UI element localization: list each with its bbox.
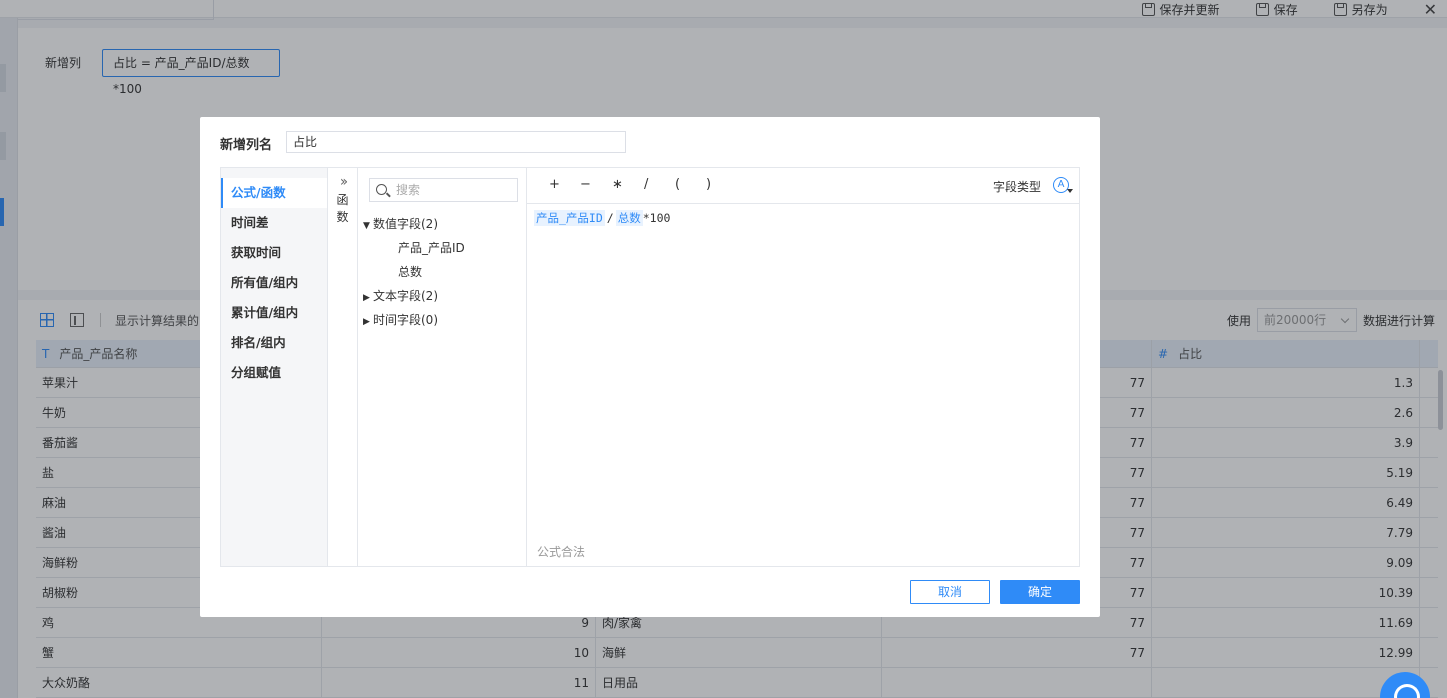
- caret-down-icon: ▼: [363, 221, 370, 231]
- confirm-button[interactable]: 确定: [1000, 580, 1080, 604]
- caret-right-icon: ▶: [363, 317, 370, 327]
- column-name-input[interactable]: 占比: [286, 131, 626, 153]
- tree-node-label: 时间字段(0): [373, 313, 438, 327]
- category-rank[interactable]: 排名/组内: [221, 328, 327, 358]
- column-name-label: 新增列名: [220, 138, 273, 153]
- tree-node-time[interactable]: ▶ 时间字段(0): [363, 308, 523, 332]
- category-get-time[interactable]: 获取时间: [221, 238, 327, 268]
- field-search-input[interactable]: 搜索: [369, 178, 518, 202]
- category-time-diff[interactable]: 时间差: [221, 208, 327, 238]
- formula-editor[interactable]: + − ∗ / ( ) 字段类型 A 产品_产品ID / 总数 *100 公式合法: [527, 168, 1079, 566]
- open-paren-button[interactable]: (: [675, 177, 680, 192]
- category-formula-function[interactable]: 公式/函数: [221, 178, 327, 208]
- function-category-list: 公式/函数 时间差 获取时间 所有值/组内 累计值/组内 排名/组内 分组赋值: [221, 168, 327, 566]
- divide-operator-button[interactable]: /: [644, 177, 648, 192]
- search-placeholder: 搜索: [396, 183, 421, 197]
- add-column-dialog: 新增列名 占比 公式/函数 时间差 获取时间 所有值/组内 累计值/组内 排名/…: [200, 117, 1100, 617]
- search-icon: [376, 184, 387, 195]
- function-toggle-label: 函数: [336, 193, 349, 224]
- double-chevron-right-icon: ››: [339, 174, 348, 190]
- caret-right-icon: ▶: [363, 293, 370, 303]
- formula-field-token[interactable]: 产品_产品ID: [534, 210, 605, 226]
- plus-operator-button[interactable]: +: [549, 177, 560, 192]
- category-group-assign[interactable]: 分组赋值: [221, 358, 327, 388]
- tree-node-text[interactable]: ▶ 文本字段(2): [363, 284, 523, 308]
- cancel-button[interactable]: 取消: [910, 580, 990, 604]
- field-type-label: 字段类型: [992, 180, 1041, 194]
- tree-node-label: 数值字段(2): [373, 217, 438, 231]
- category-all-values[interactable]: 所有值/组内: [221, 268, 327, 298]
- category-cumulative[interactable]: 累计值/组内: [221, 298, 327, 328]
- operator-bar: + − ∗ / ( ) 字段类型 A: [527, 168, 1079, 204]
- tree-node-label: 文本字段(2): [373, 289, 438, 303]
- field-item[interactable]: 总数: [363, 260, 523, 284]
- close-paren-button[interactable]: ): [706, 177, 711, 192]
- formula-expression[interactable]: 产品_产品ID / 总数 *100: [534, 210, 670, 226]
- formula-validity-status: 公式合法: [537, 545, 586, 559]
- formula-field-token[interactable]: 总数: [615, 210, 643, 226]
- field-item[interactable]: 产品_产品ID: [363, 236, 523, 260]
- caret-down-icon: [1067, 189, 1073, 193]
- tree-node-numeric[interactable]: ▼ 数值字段(2): [363, 212, 523, 236]
- multiply-operator-button[interactable]: ∗: [612, 177, 623, 192]
- formula-operator: /: [606, 211, 614, 225]
- function-panel-toggle[interactable]: ›› 函数: [327, 168, 358, 566]
- field-tree: ▼ 数值字段(2) 产品_产品ID 总数 ▶ 文本字段(2) ▶ 时间字段(0): [363, 212, 523, 332]
- formula-body: 公式/函数 时间差 获取时间 所有值/组内 累计值/组内 排名/组内 分组赋值 …: [220, 167, 1080, 567]
- formula-tail: *100: [642, 211, 671, 225]
- field-panel: 搜索 ▼ 数值字段(2) 产品_产品ID 总数 ▶ 文本字段(2) ▶ 时间字段(0): [358, 168, 527, 566]
- minus-operator-button[interactable]: −: [580, 177, 591, 192]
